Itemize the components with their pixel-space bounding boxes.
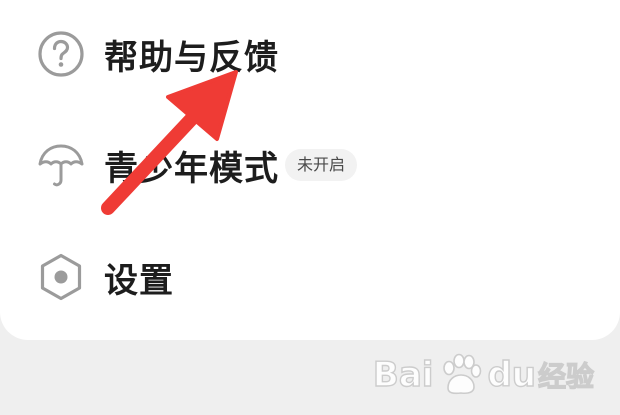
menu-item-settings[interactable]: 设置 xyxy=(0,232,620,322)
watermark-suffix: 经验 xyxy=(537,359,594,393)
paw-icon xyxy=(443,353,482,395)
help-circle-icon xyxy=(36,29,86,79)
menu-item-teen-mode[interactable]: 青少年模式 未开启 xyxy=(0,120,620,210)
teen-mode-status-badge: 未开启 xyxy=(285,149,358,181)
menu-item-label: 帮助与反馈 xyxy=(104,37,279,78)
watermark-text-left: Bai xyxy=(372,354,434,395)
baidu-jingyan-watermark: Bai du 经验 xyxy=(372,343,595,407)
umbrella-icon xyxy=(36,140,86,190)
settings-hexagon-icon xyxy=(36,252,86,302)
watermark-text-right: du xyxy=(487,354,537,395)
menu-item-label: 青少年模式 xyxy=(104,148,279,189)
menu-card: 帮助与反馈 青少年模式 未开启 设置 xyxy=(0,0,620,340)
menu-item-help-feedback[interactable]: 帮助与反馈 xyxy=(0,9,620,99)
menu-item-label: 设置 xyxy=(104,260,174,301)
